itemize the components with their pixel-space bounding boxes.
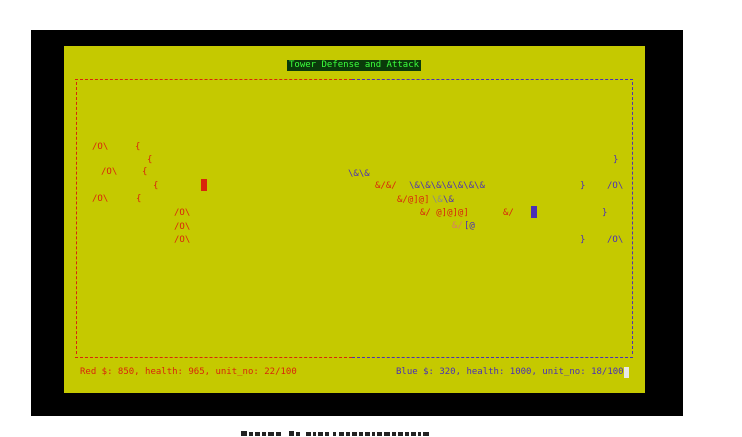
red-tower-unit: /O\ (101, 167, 118, 177)
red-status-text: Red $: 850, health: 965, unit_no: 22/100 (80, 367, 297, 377)
blue-status-text: Blue $: 320, health: 1000, unit_no: 18/1… (396, 367, 629, 378)
red-brace-unit: { (142, 167, 148, 177)
clash-unit: &/ (452, 221, 463, 231)
clash-unit: &/ (503, 208, 514, 218)
red-tower-unit: /O\ (174, 222, 191, 232)
blue-brace-unit: } (602, 208, 608, 218)
blue-player-cursor (531, 206, 537, 218)
right-border (632, 82, 633, 354)
clash-unit: \&\&\&\&\&\&\& (409, 181, 485, 191)
blue-brace-unit: } (580, 235, 586, 245)
blue-brace-unit: } (580, 181, 586, 191)
clash-unit: \&\& (348, 169, 370, 179)
red-brace-unit: { (136, 194, 142, 204)
clash-unit: &/&/ (375, 181, 397, 191)
game-title: Tower Defense and Attack (287, 60, 422, 71)
red-tower-unit: /O\ (174, 235, 191, 245)
red-player-cursor (201, 179, 207, 191)
blue-status-label: Blue $: 320, health: 1000, unit_no: 18/1… (396, 367, 624, 377)
red-brace-unit: { (135, 142, 141, 152)
red-tower-unit: /O\ (174, 208, 191, 218)
left-border (76, 82, 77, 354)
blue-tower-unit: /O\ (607, 235, 624, 245)
bottom-border-red (75, 357, 352, 358)
blue-tower-unit: /O\ (607, 181, 624, 191)
blue-brace-unit: } (613, 155, 619, 165)
red-brace-unit: { (153, 181, 159, 191)
top-border-red (75, 79, 352, 80)
clash-unit: \& (432, 195, 443, 205)
red-brace-unit: { (147, 155, 153, 165)
clash-unit: &/@]@] (397, 195, 430, 205)
red-tower-unit: /O\ (92, 194, 109, 204)
bottom-border-blue (352, 357, 633, 358)
cropped-caption (241, 431, 429, 436)
red-tower-unit: /O\ (92, 142, 109, 152)
top-border-blue (352, 79, 633, 80)
clash-unit: &/ @]@]@] (420, 208, 469, 218)
clash-unit: [@ (464, 221, 475, 231)
game-screen (64, 46, 645, 393)
clash-unit: \& (443, 195, 454, 205)
text-cursor (623, 367, 629, 378)
